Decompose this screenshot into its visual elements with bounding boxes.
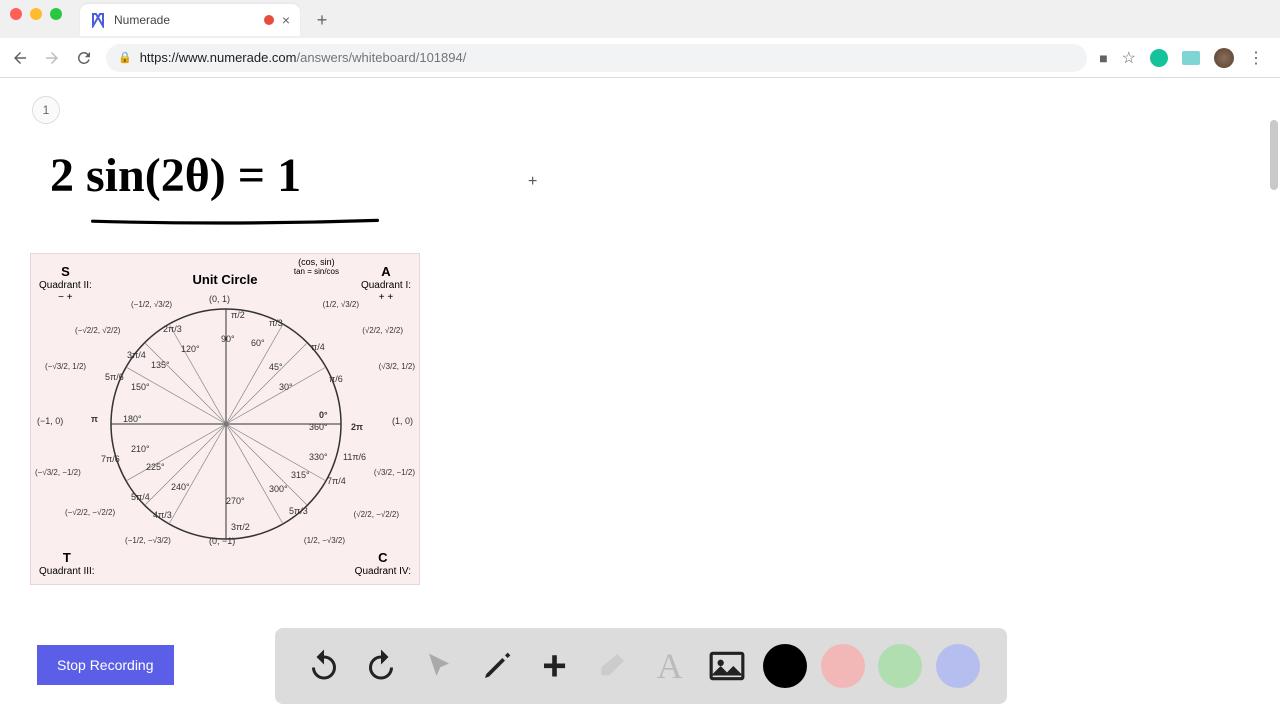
- address-bar: 🔒 https://www.numerade.com/answers/white…: [0, 38, 1280, 78]
- url-field[interactable]: 🔒 https://www.numerade.com/answers/white…: [106, 44, 1087, 72]
- close-window-icon[interactable]: [10, 8, 22, 20]
- numerade-favicon-icon: [90, 12, 106, 28]
- reload-button[interactable]: [74, 48, 94, 68]
- page-number-badge[interactable]: 1: [32, 96, 60, 124]
- color-green[interactable]: [878, 644, 922, 688]
- url-host: https://www.numerade.com: [140, 50, 297, 65]
- whiteboard-toolbar: + A: [275, 628, 1007, 704]
- tab-close-icon[interactable]: ×: [282, 12, 290, 28]
- undo-button[interactable]: [302, 644, 346, 688]
- extension-icon[interactable]: [1182, 51, 1200, 65]
- equation-underline: [55, 218, 415, 226]
- minimize-window-icon[interactable]: [30, 8, 42, 20]
- handwritten-equation: 2 sin(2θ) = 1: [50, 148, 301, 203]
- recording-indicator-icon: [264, 15, 274, 25]
- pointer-tool[interactable]: [417, 644, 461, 688]
- stop-recording-button[interactable]: Stop Recording: [37, 645, 174, 685]
- tab-title: Numerade: [114, 13, 256, 27]
- forward-button: [42, 48, 62, 68]
- scrollbar[interactable]: [1270, 80, 1278, 718]
- new-tab-button[interactable]: +: [308, 10, 336, 31]
- cos-sin-label: (cos, sin) tan = sin/cos: [294, 258, 339, 277]
- add-tool[interactable]: +: [532, 644, 576, 688]
- url-path: /answers/whiteboard/101894/: [297, 50, 467, 65]
- profile-avatar-icon[interactable]: [1214, 48, 1234, 68]
- star-icon[interactable]: ☆: [1122, 48, 1136, 68]
- scrollbar-thumb[interactable]: [1270, 120, 1278, 190]
- camera-icon[interactable]: ■: [1099, 50, 1107, 66]
- quadrant-3-label: T Quadrant III:: [39, 550, 95, 578]
- unit-circle-image[interactable]: (cos, sin) tan = sin/cos Unit Circle A Q…: [30, 253, 420, 585]
- lock-icon: 🔒: [118, 51, 132, 64]
- extension-icons: ■ ☆ ⋮: [1099, 48, 1270, 68]
- uc-right: (1, 0): [392, 416, 413, 426]
- color-blue[interactable]: [936, 644, 980, 688]
- quadrant-2-label: S Quadrant II: − +: [39, 264, 92, 304]
- color-black[interactable]: [763, 644, 807, 688]
- kebab-menu-icon[interactable]: ⋮: [1248, 48, 1264, 68]
- pen-tool[interactable]: [475, 644, 519, 688]
- quadrant-1-label: A Quadrant I: + +: [361, 264, 411, 304]
- browser-tab[interactable]: Numerade ×: [80, 4, 300, 36]
- grammarly-icon[interactable]: [1150, 49, 1168, 67]
- uc-top: (0, 1): [209, 294, 230, 304]
- whiteboard-canvas[interactable]: 1 2 sin(2θ) = 1 + (cos, sin) tan = sin/c…: [0, 78, 1280, 720]
- text-tool[interactable]: A: [648, 644, 692, 688]
- quadrant-4-label: C Quadrant IV:: [355, 550, 411, 578]
- window-controls: [10, 8, 62, 20]
- redo-button[interactable]: [359, 644, 403, 688]
- maximize-window-icon[interactable]: [50, 8, 62, 20]
- uc-left: (−1, 0): [37, 416, 63, 426]
- back-button[interactable]: [10, 48, 30, 68]
- tab-strip: Numerade × +: [80, 4, 336, 36]
- image-tool[interactable]: [705, 644, 749, 688]
- unit-circle-title: Unit Circle: [192, 272, 257, 287]
- eraser-tool[interactable]: [590, 644, 634, 688]
- uc-bottom: (0, −1): [209, 536, 235, 546]
- crosshair-cursor-icon: +: [528, 173, 537, 191]
- color-pink[interactable]: [821, 644, 865, 688]
